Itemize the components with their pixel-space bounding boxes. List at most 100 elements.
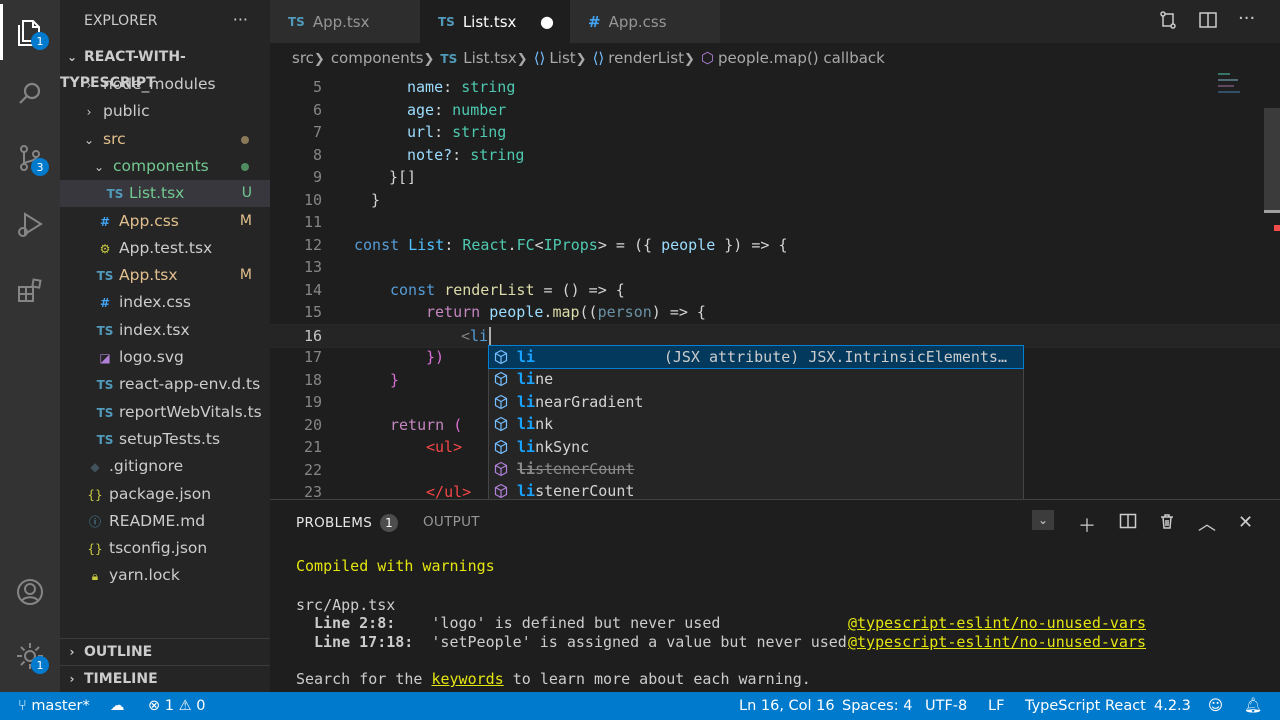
tree-item[interactable]: TS react-app-env.d.ts <box>60 371 270 398</box>
notifications-bell-icon[interactable]: 🔔︎ <box>1244 692 1262 720</box>
timeline-section[interactable]: › TIMELINE <box>60 665 270 692</box>
suggestion-item[interactable]: listenerCount <box>489 458 1023 480</box>
open-changes-icon[interactable] <box>1158 10 1178 35</box>
tree-item-label: react-app-env.d.ts <box>119 375 261 394</box>
minimap[interactable] <box>1210 73 1280 499</box>
source-control-icon[interactable]: 3 <box>0 130 60 186</box>
end-of-line[interactable]: LF <box>988 692 1004 720</box>
ts-version[interactable]: 4.2.3 <box>1154 692 1191 720</box>
tab-output[interactable]: OUTPUT <box>423 514 480 530</box>
code-token: ul <box>444 483 463 499</box>
editor-tabs: TS App.tsx TS List.tsx ● # App.css ··· <box>270 0 1280 43</box>
tree-item[interactable]: # App.css M <box>60 208 270 235</box>
field-symbol-icon <box>493 349 509 365</box>
tree-item-label: yarn.lock <box>109 566 180 585</box>
tree-item-label: App.tsx <box>119 266 178 285</box>
tab-list-tsx[interactable]: TS List.tsx ● <box>420 0 570 43</box>
extensions-icon[interactable] <box>0 262 60 318</box>
project-root[interactable]: ⌄ REACT-WITH-TYPESCRIPT <box>60 44 270 91</box>
indentation[interactable]: Spaces: 4 <box>842 692 912 720</box>
feedback-icon[interactable]: ☺ <box>1208 692 1223 720</box>
tree-item[interactable]: ⌄ src <box>60 126 270 153</box>
suggestion-item[interactable]: linkSync <box>489 436 1023 458</box>
breadcrumb-item[interactable]: people.map() callback <box>718 49 885 67</box>
cursor-position[interactable]: Ln 16, Col 16 <box>739 692 835 720</box>
more-actions-icon[interactable]: ··· <box>1238 8 1255 29</box>
typescript-icon: TS <box>438 14 455 29</box>
tree-item[interactable]: TS index.tsx <box>60 317 270 344</box>
language-mode[interactable]: TypeScript React <box>1025 692 1146 720</box>
breadcrumb-item[interactable]: List.tsx <box>463 49 517 67</box>
manage-gear-icon[interactable]: 1 <box>0 628 60 684</box>
tree-item[interactable]: {} package.json <box>60 481 270 508</box>
breadcrumb-item[interactable]: renderList <box>608 49 684 67</box>
outline-section[interactable]: › OUTLINE <box>60 638 270 665</box>
tree-item[interactable]: ⓘ README.md <box>60 508 270 535</box>
code-token: > = ({ <box>597 235 662 254</box>
code-token: map <box>552 303 580 321</box>
suggestion-rest: stenerCount <box>535 460 635 478</box>
tree-item[interactable]: ⌄ components <box>60 153 270 180</box>
tree-item[interactable]: TS setupTests.ts <box>60 426 270 453</box>
line-number: 18 <box>303 370 322 389</box>
breadcrumb-item[interactable]: List <box>549 49 575 67</box>
tree-item[interactable]: ◪ logo.svg <box>60 344 270 371</box>
tab-label: App.tsx <box>312 12 370 31</box>
suggestion-match: li <box>517 415 536 434</box>
suggestion-match: li <box>517 482 536 501</box>
line-number: 11 <box>303 213 322 231</box>
scrollbar-thumb[interactable] <box>1264 108 1280 213</box>
new-terminal-icon[interactable]: ＋ <box>1078 512 1096 538</box>
trash-icon[interactable] <box>1158 512 1176 535</box>
tree-item[interactable]: # index.css <box>60 289 270 316</box>
tree-item[interactable]: › public <box>60 98 270 125</box>
panel-dropdown[interactable]: ⌄ <box>1032 510 1054 530</box>
unsaved-dot-icon[interactable]: ● <box>540 12 554 31</box>
status-bar: ⑂ master* ☁ ⊗ 1 ⚠ 0 Ln 16, Col 16 Spaces… <box>0 692 1280 720</box>
warning-rule-link[interactable]: @typescript-eslint/no-unused-vars <box>848 614 1146 632</box>
breadcrumb-item[interactable]: src <box>292 49 314 67</box>
search-icon[interactable] <box>0 66 60 122</box>
tree-item[interactable]: TS List.tsx U <box>60 180 270 208</box>
warning-count: 0 <box>196 698 206 714</box>
tree-item[interactable]: {} tsconfig.json <box>60 535 270 562</box>
tree-item[interactable]: › node_modules <box>60 71 270 98</box>
suggestion-item[interactable]: linearGradient <box>489 391 1023 413</box>
suggestion-label: li <box>517 346 535 368</box>
suggestion-item[interactable]: link <box>489 413 1023 435</box>
explorer-title: EXPLORER <box>84 13 158 29</box>
suggestion-item[interactable]: line <box>489 368 1023 390</box>
tab-app-css[interactable]: # App.css <box>570 0 720 43</box>
chevron-down-icon: ⌄ <box>83 132 95 147</box>
warning-rule-link[interactable]: @typescript-eslint/no-unused-vars <box>848 633 1146 651</box>
line-number: 16 <box>303 326 322 345</box>
field-symbol-icon <box>493 439 509 455</box>
branch-indicator[interactable]: ⑂ master* <box>18 692 90 720</box>
keywords-link[interactable]: keywords <box>431 670 503 688</box>
tree-item[interactable]: ⚙ App.test.tsx <box>60 235 270 262</box>
code-token: ) => { <box>651 303 706 321</box>
run-debug-icon[interactable] <box>0 196 60 252</box>
tree-item[interactable]: ◆ .gitignore <box>60 453 270 480</box>
tree-item[interactable]: TS App.tsx M <box>60 262 270 289</box>
code-token: List <box>408 235 445 254</box>
account-icon[interactable] <box>0 564 60 620</box>
close-panel-icon[interactable]: ✕ <box>1238 512 1253 533</box>
info-icon: ⓘ <box>88 514 101 529</box>
symbol-variable-icon: ⟨⟩ <box>592 49 605 67</box>
sync-icon[interactable]: ☁ <box>110 692 125 720</box>
encoding[interactable]: UTF-8 <box>925 692 967 720</box>
split-terminal-icon[interactable] <box>1119 512 1137 535</box>
suggestion-item[interactable]: li (JSX attribute) JSX.IntrinsicElements… <box>488 344 1024 370</box>
tree-item[interactable]: 🔒︎ yarn.lock <box>60 562 270 589</box>
tab-app-tsx[interactable]: TS App.tsx <box>270 0 420 43</box>
typescript-icon: TS <box>96 269 114 284</box>
more-actions-icon[interactable]: ··· <box>233 10 248 29</box>
explorer-icon[interactable]: 1 <box>0 4 60 60</box>
problems-indicator[interactable]: ⊗ 1 ⚠ 0 <box>148 692 205 720</box>
maximize-panel-icon[interactable]: ︿ <box>1198 510 1216 536</box>
split-editor-icon[interactable] <box>1198 10 1218 35</box>
breadcrumb-item[interactable]: components <box>331 49 424 67</box>
tab-problems[interactable]: PROBLEMS 1 <box>296 514 399 532</box>
tree-item[interactable]: TS reportWebVitals.ts <box>60 399 270 426</box>
